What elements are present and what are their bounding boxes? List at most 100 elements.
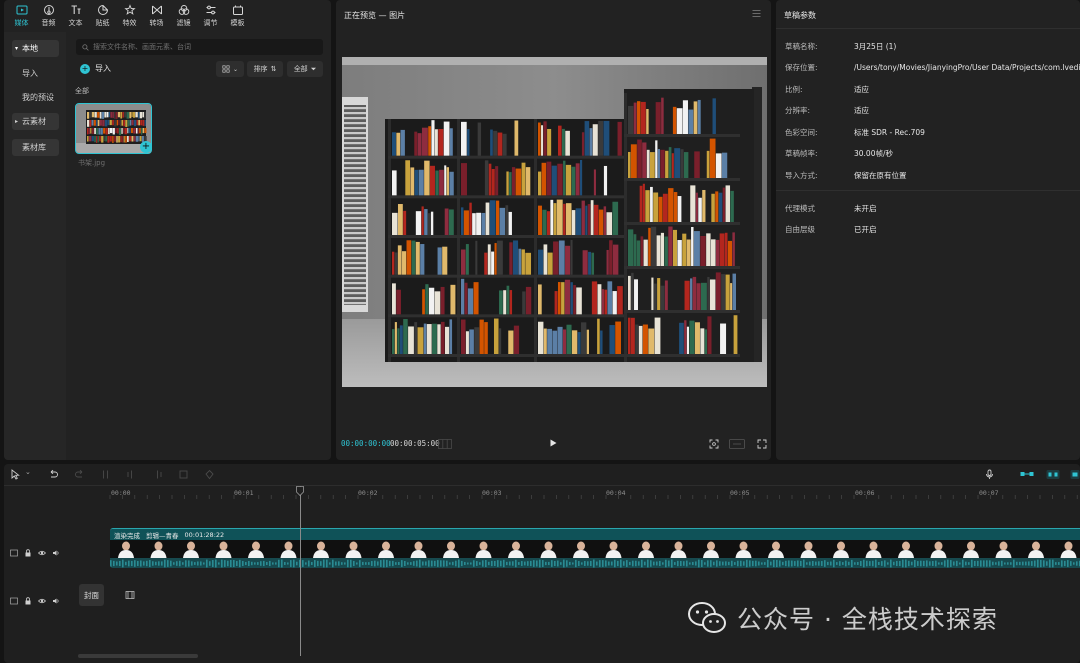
speaker-icon[interactable] xyxy=(52,597,60,605)
waveform-bar xyxy=(878,561,880,566)
nav-import[interactable]: 导入 xyxy=(12,65,59,82)
nav-library[interactable]: 素材库 xyxy=(12,139,59,156)
waveform-bar xyxy=(206,559,208,568)
waveform-bar xyxy=(806,562,808,565)
waveform-bar xyxy=(494,560,496,567)
tool-adjust[interactable]: 调节 xyxy=(197,0,224,32)
add-to-timeline-icon[interactable]: + xyxy=(140,141,152,153)
tool-transition[interactable]: 转场 xyxy=(143,0,170,32)
track-cover-icon[interactable] xyxy=(10,549,18,557)
window-blind-slat xyxy=(344,292,366,295)
waveform-bar xyxy=(146,560,148,567)
eye-icon[interactable] xyxy=(38,597,46,605)
tool-audio[interactable]: 音频 xyxy=(35,0,62,32)
divider xyxy=(776,190,1080,191)
waveform-bar xyxy=(1046,561,1048,566)
speaker-icon[interactable] xyxy=(52,549,60,557)
split-right-icon[interactable] xyxy=(152,469,163,480)
video-clip[interactable]: 渲染完成 剪辑—青春 00:01:28:22 xyxy=(110,528,1080,568)
preview-axis-icon[interactable] xyxy=(1070,469,1080,480)
redo-icon[interactable] xyxy=(74,469,85,480)
nav-local[interactable]: ▾ 本地 xyxy=(12,40,59,57)
book-spine xyxy=(664,236,668,266)
book-spine xyxy=(91,136,94,142)
media-search-input[interactable]: 搜索文件名称、画面元素、台词 xyxy=(76,39,323,55)
book-spine xyxy=(509,172,512,196)
waveform-bar xyxy=(434,560,436,567)
book-spine xyxy=(118,128,122,135)
book-spine xyxy=(653,283,657,310)
tool-template[interactable]: 模板 xyxy=(224,0,251,32)
book-spine xyxy=(656,235,661,266)
lock-icon[interactable] xyxy=(24,549,32,557)
book-spine xyxy=(664,280,668,310)
book-spine xyxy=(418,169,424,196)
book-spine xyxy=(87,128,89,135)
book-spine xyxy=(597,284,602,315)
waveform-bar xyxy=(269,560,271,567)
nav-cloud[interactable]: ▸ 云素材 xyxy=(12,113,59,130)
microphone-icon[interactable] xyxy=(984,469,995,480)
book-spine xyxy=(425,284,429,315)
tool-effects[interactable]: 特效 xyxy=(116,0,143,32)
book-spine xyxy=(122,112,124,118)
menu-icon[interactable] xyxy=(752,9,761,18)
preview-canvas[interactable] xyxy=(342,57,767,387)
time-ruler[interactable]: 00:00 00:01 00:02 00:03 00:04 00:05 00:0… xyxy=(4,486,1080,500)
view-mode-dropdown[interactable]: ⌄ xyxy=(216,61,244,77)
nav-my-presets[interactable]: 我的预设 xyxy=(12,89,59,106)
sort-button[interactable]: 排序 ⇅ xyxy=(247,61,283,77)
chevron-down-icon[interactable]: ⌄ xyxy=(25,468,31,476)
book-spine xyxy=(108,112,111,118)
tool-text[interactable]: 文本 xyxy=(62,0,89,32)
waveform-bar xyxy=(1025,561,1027,566)
magnet-icon[interactable] xyxy=(1046,469,1060,480)
book-spine xyxy=(702,189,706,222)
timeline-grid-icon[interactable] xyxy=(438,439,452,449)
fullscreen-icon[interactable] xyxy=(757,439,767,449)
marker-icon[interactable] xyxy=(204,469,215,480)
filter-button[interactable]: 全部 ⏷ xyxy=(287,61,323,77)
tool-media[interactable]: 媒体 xyxy=(8,0,35,32)
waveform-bar xyxy=(281,559,283,568)
book-spine xyxy=(110,112,113,118)
grid-view-icon xyxy=(222,65,230,73)
book-spine xyxy=(634,279,638,310)
select-cursor-icon[interactable] xyxy=(10,469,21,480)
book-spine xyxy=(718,192,723,222)
book-spine xyxy=(511,167,516,196)
timeline-scrollbar[interactable] xyxy=(78,654,198,658)
link-main-track-icon[interactable] xyxy=(1020,469,1034,480)
waveform-bar xyxy=(860,561,862,566)
ratio-icon[interactable] xyxy=(729,439,745,449)
lock-icon[interactable] xyxy=(24,597,32,605)
fit-screen-icon[interactable] xyxy=(709,439,719,449)
split-icon[interactable] xyxy=(100,469,111,480)
param-value: 适应 xyxy=(854,85,869,94)
tool-sticker[interactable]: 贴纸 xyxy=(89,0,116,32)
import-button[interactable]: + 导入 xyxy=(80,63,111,74)
tool-filter[interactable]: 滤镜 xyxy=(170,0,197,32)
undo-icon[interactable] xyxy=(48,469,59,480)
waveform-bar xyxy=(1016,561,1018,566)
book-spine xyxy=(114,120,117,127)
playhead-handle-icon[interactable] xyxy=(296,486,304,496)
book-spine xyxy=(640,101,646,134)
book-spine xyxy=(119,120,122,127)
preview-panel: 正在预览 — 图片 00:00:00:00 00:00:05:00 xyxy=(336,0,771,460)
waveform-bar xyxy=(155,561,157,566)
track-cover-icon[interactable] xyxy=(10,597,18,605)
delete-icon[interactable] xyxy=(178,469,189,480)
book-spine xyxy=(646,149,650,178)
waveform-bar xyxy=(245,561,247,566)
window-blind-slat xyxy=(344,192,366,195)
play-icon[interactable] xyxy=(548,438,558,448)
playhead[interactable] xyxy=(300,486,301,656)
cover-button[interactable]: 封面 xyxy=(79,584,104,606)
split-left-icon[interactable] xyxy=(126,469,137,480)
media-toolbar: 媒体 音频 文本 贴纸 特效 转场 滤镜 调节 模板 xyxy=(4,0,331,32)
waveform-bar xyxy=(353,560,355,567)
waveform-bar xyxy=(1058,562,1060,565)
book-spine xyxy=(105,136,108,142)
eye-icon[interactable] xyxy=(38,549,46,557)
